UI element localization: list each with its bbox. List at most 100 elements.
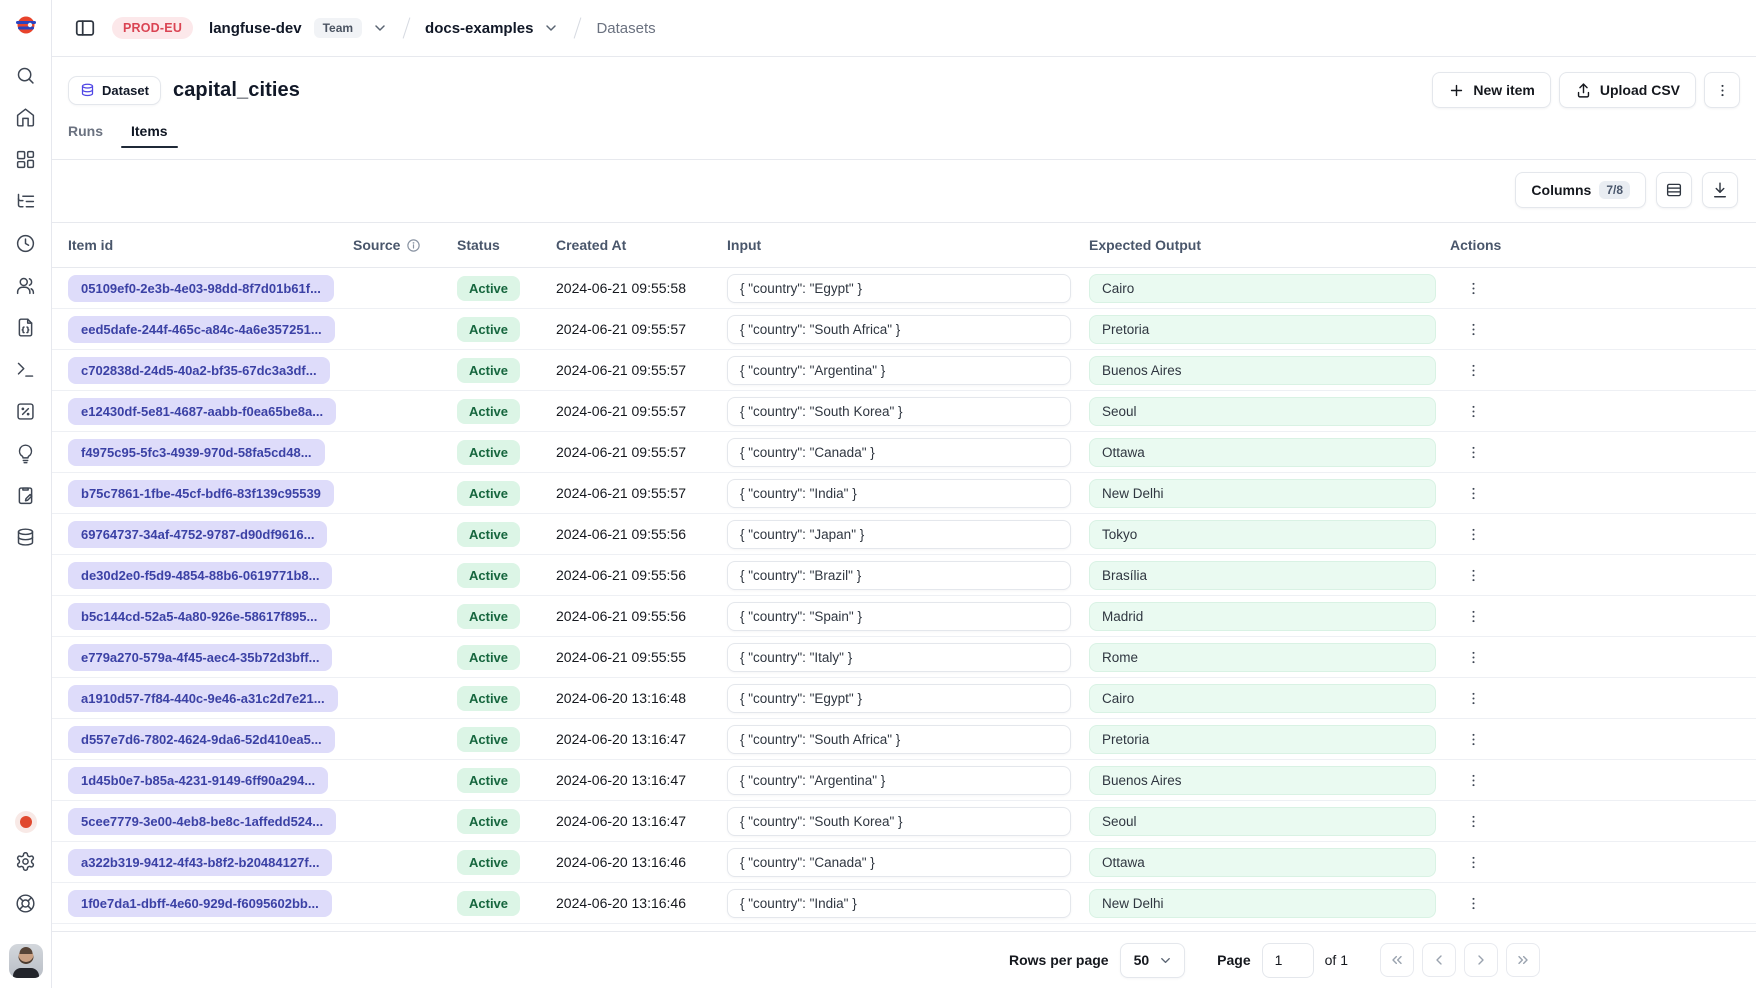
- input-cell[interactable]: { "country": "Brazil" }: [727, 561, 1071, 590]
- sidebar-item-annotation[interactable]: [6, 475, 46, 515]
- input-cell[interactable]: { "country": "Egypt" }: [727, 684, 1071, 713]
- last-page-button[interactable]: [1506, 943, 1540, 977]
- expected-output-cell[interactable]: New Delhi: [1089, 889, 1436, 918]
- sidebar-toggle-button[interactable]: [68, 11, 102, 45]
- recording-indicator[interactable]: [6, 804, 46, 840]
- expected-output-cell[interactable]: Seoul: [1089, 397, 1436, 426]
- project-name[interactable]: docs-examples: [425, 20, 533, 37]
- input-cell[interactable]: { "country": "Japan" }: [727, 520, 1071, 549]
- row-actions-button[interactable]: [1458, 355, 1488, 385]
- row-actions-button[interactable]: [1458, 724, 1488, 754]
- user-avatar[interactable]: [9, 944, 43, 978]
- sidebar-item-prompts[interactable]: [6, 307, 46, 347]
- sidebar-item-search[interactable]: [6, 55, 46, 95]
- item-id-link[interactable]: 1f0e7da1-dbff-4e60-929d-f6095602bb...: [68, 890, 332, 917]
- input-cell[interactable]: { "country": "Egypt" }: [727, 274, 1071, 303]
- input-cell[interactable]: { "country": "Italy" }: [727, 643, 1071, 672]
- org-name[interactable]: langfuse-dev: [209, 20, 302, 37]
- row-actions-button[interactable]: [1458, 765, 1488, 795]
- row-actions-button[interactable]: [1458, 396, 1488, 426]
- item-id-link[interactable]: 05109ef0-2e3b-4e03-98dd-8f7d01b61f...: [68, 275, 334, 302]
- row-actions-button[interactable]: [1458, 806, 1488, 836]
- new-item-button[interactable]: New item: [1432, 72, 1550, 108]
- input-cell[interactable]: { "country": "Argentina" }: [727, 766, 1071, 795]
- row-actions-button[interactable]: [1458, 601, 1488, 631]
- previous-page-button[interactable]: [1422, 943, 1456, 977]
- tab-items[interactable]: Items: [121, 119, 178, 147]
- input-cell[interactable]: { "country": "South Africa" }: [727, 725, 1071, 754]
- expected-output-cell[interactable]: Seoul: [1089, 807, 1436, 836]
- row-actions-button[interactable]: [1458, 888, 1488, 918]
- expected-output-cell[interactable]: Rome: [1089, 643, 1436, 672]
- input-cell[interactable]: { "country": "India" }: [727, 889, 1071, 918]
- sidebar-item-playground[interactable]: [6, 349, 46, 389]
- row-actions-button[interactable]: [1458, 560, 1488, 590]
- org-switcher-button[interactable]: [372, 20, 388, 36]
- sidebar-item-insights[interactable]: [6, 433, 46, 473]
- expected-output-cell[interactable]: Buenos Aires: [1089, 356, 1436, 385]
- expected-output-cell[interactable]: Cairo: [1089, 684, 1436, 713]
- item-id-link[interactable]: e779a270-579a-4f45-aec4-35b72d3bff...: [68, 644, 332, 671]
- expected-output-cell[interactable]: New Delhi: [1089, 479, 1436, 508]
- first-page-button[interactable]: [1380, 943, 1414, 977]
- expected-output-cell[interactable]: Tokyo: [1089, 520, 1436, 549]
- row-actions-button[interactable]: [1458, 847, 1488, 877]
- item-id-link[interactable]: a1910d57-7f84-440c-9e46-a31c2d7e21...: [68, 685, 338, 712]
- row-actions-button[interactable]: [1458, 437, 1488, 467]
- row-height-button[interactable]: [1656, 172, 1692, 208]
- tab-runs[interactable]: Runs: [58, 119, 113, 147]
- input-cell[interactable]: { "country": "South Korea" }: [727, 807, 1071, 836]
- row-actions-button[interactable]: [1458, 642, 1488, 672]
- next-page-button[interactable]: [1464, 943, 1498, 977]
- expected-output-cell[interactable]: Madrid: [1089, 602, 1436, 631]
- item-id-link[interactable]: a322b319-9412-4f43-b8f2-b20484127f...: [68, 849, 332, 876]
- rows-per-page-select[interactable]: 50: [1120, 943, 1186, 978]
- expected-output-cell[interactable]: Brasília: [1089, 561, 1436, 590]
- row-actions-button[interactable]: [1458, 273, 1488, 303]
- item-id-link[interactable]: 1d45b0e7-b85a-4231-9149-6ff90a294...: [68, 767, 328, 794]
- row-actions-button[interactable]: [1458, 683, 1488, 713]
- org-logo[interactable]: [11, 10, 41, 40]
- item-id-link[interactable]: c702838d-24d5-40a2-bf35-67dc3a3df...: [68, 357, 330, 384]
- sidebar-item-settings[interactable]: [6, 841, 46, 881]
- page-number-input[interactable]: [1262, 943, 1314, 978]
- export-button[interactable]: [1702, 172, 1738, 208]
- row-actions-button[interactable]: [1458, 519, 1488, 549]
- expected-output-cell[interactable]: Pretoria: [1089, 725, 1436, 754]
- input-cell[interactable]: { "country": "Spain" }: [727, 602, 1071, 631]
- input-cell[interactable]: { "country": "Argentina" }: [727, 356, 1071, 385]
- sidebar-item-evaluation[interactable]: [6, 391, 46, 431]
- row-actions-button[interactable]: [1458, 478, 1488, 508]
- input-cell[interactable]: { "country": "South Korea" }: [727, 397, 1071, 426]
- expected-output-cell[interactable]: Pretoria: [1089, 315, 1436, 344]
- sidebar-item-home[interactable]: [6, 97, 46, 137]
- item-id-link[interactable]: d557e7d6-7802-4624-9da6-52d410ea5...: [68, 726, 335, 753]
- input-cell[interactable]: { "country": "India" }: [727, 479, 1071, 508]
- item-id-link[interactable]: f4975c95-5fc3-4939-970d-58fa5cd48...: [68, 439, 325, 466]
- breadcrumb-section[interactable]: Datasets: [596, 20, 655, 37]
- item-id-link[interactable]: b5c144cd-52a5-4a80-926e-58617f895...: [68, 603, 330, 630]
- item-id-link[interactable]: 69764737-34af-4752-9787-d90df9616...: [68, 521, 327, 548]
- columns-button[interactable]: Columns 7/8: [1515, 172, 1646, 208]
- expected-output-cell[interactable]: Ottawa: [1089, 848, 1436, 877]
- upload-csv-button[interactable]: Upload CSV: [1559, 72, 1696, 108]
- row-actions-button[interactable]: [1458, 314, 1488, 344]
- sidebar-item-sessions[interactable]: [6, 223, 46, 263]
- expected-output-cell[interactable]: Buenos Aires: [1089, 766, 1436, 795]
- sidebar-item-support[interactable]: [6, 883, 46, 923]
- item-id-link[interactable]: de30d2e0-f5d9-4854-88b6-0619771b8...: [68, 562, 332, 589]
- item-id-link[interactable]: 5cee7779-3e00-4eb8-be8c-1affedd524...: [68, 808, 336, 835]
- sidebar-item-datasets[interactable]: [6, 517, 46, 557]
- sidebar-item-traces[interactable]: [6, 181, 46, 221]
- info-icon[interactable]: [406, 238, 421, 253]
- item-id-link[interactable]: e12430df-5e81-4687-aabb-f0ea65be8a...: [68, 398, 336, 425]
- input-cell[interactable]: { "country": "Canada" }: [727, 438, 1071, 467]
- sidebar-item-dashboard[interactable]: [6, 139, 46, 179]
- item-id-link[interactable]: eed5dafe-244f-465c-a84c-4a6e357251...: [68, 316, 335, 343]
- input-cell[interactable]: { "country": "South Africa" }: [727, 315, 1071, 344]
- item-id-link[interactable]: b75c7861-1fbe-45cf-bdf6-83f139c95539: [68, 480, 334, 507]
- dataset-actions-menu-button[interactable]: [1704, 72, 1740, 108]
- expected-output-cell[interactable]: Ottawa: [1089, 438, 1436, 467]
- expected-output-cell[interactable]: Cairo: [1089, 274, 1436, 303]
- project-switcher-button[interactable]: [543, 20, 559, 36]
